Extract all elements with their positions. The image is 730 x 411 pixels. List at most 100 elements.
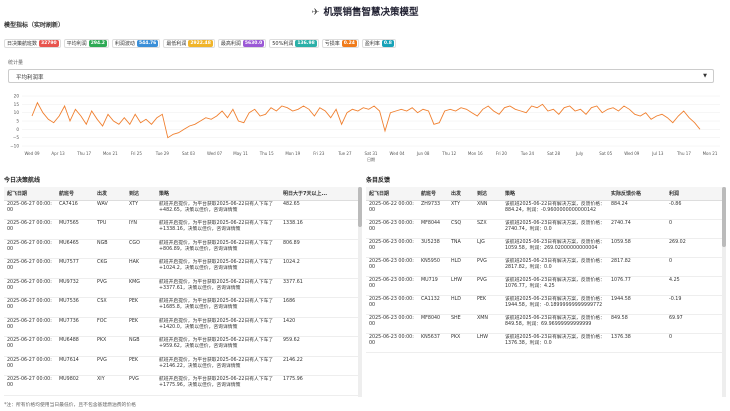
today-table-scrollbar[interactable] <box>358 187 362 397</box>
table-cell: KMG <box>126 278 156 298</box>
column-header[interactable]: 策略 <box>156 187 280 201</box>
table-row[interactable]: 2025-06-27 00:00:00 MU7565 TPU IYN 航班开启提价，为平… <box>4 219 360 240</box>
table-cell: MU9802 <box>56 375 94 396</box>
table-cell: 2025-06-23 00:00:00 <box>366 257 418 277</box>
table-cell: PEK <box>474 295 502 315</box>
x-tick-label: July <box>575 151 584 156</box>
kpi-section-label: 模型指标（实时刷新） <box>4 22 65 29</box>
x-tick-label: Fri 20 <box>496 151 508 156</box>
table-cell: 1059.58 <box>608 238 666 258</box>
table-cell: 该航班2025-06-23日有解决方案，反馈价格：1944.58，利润：-0.1… <box>502 295 608 315</box>
table-cell: 1944.58 <box>608 295 666 315</box>
table-cell: XTY <box>448 200 474 220</box>
table-row[interactable]: 2025-06-23 00:00:00 KN5950 HLD PVG 该航班2025-0… <box>366 257 722 277</box>
table-cell: 航班开启提价，为平台获取2025-06-22日有人下车了+482.65，决策以佳… <box>156 200 280 220</box>
table-row[interactable]: 2025-06-27 00:00:00 MU9732 PVG KMG 航班开启提价，为平… <box>4 278 360 298</box>
table-row[interactable]: 2025-06-27 00:00:00 MU7577 CKG HAK 航班开启提价，为平… <box>4 258 360 279</box>
chevron-down-icon: ▼ <box>703 73 707 79</box>
table-cell: PVG <box>94 356 126 376</box>
today-table: 起飞日期 航班号 出发 到达 策略 明日大于7天以上... 2025-06-27 00:00… <box>4 187 360 396</box>
table-cell: 0 <box>666 257 722 277</box>
x-tick-label: Sat 03 <box>182 151 195 156</box>
table-cell: 2025-06-27 00:00:00 <box>4 356 56 376</box>
table-cell: IYN <box>126 219 156 240</box>
x-tick-label: Tue 29 <box>155 151 170 156</box>
column-header[interactable]: 明日大于7天以上... <box>280 187 360 201</box>
table-row[interactable]: 2025-06-23 00:00:00 MU719 LHW PVG 该航班2025-06… <box>366 276 722 296</box>
table-cell: 2817.82 <box>608 257 666 277</box>
column-header[interactable]: 到达 <box>126 187 156 201</box>
series-line <box>31 101 701 139</box>
table-cell: 2025-06-22 00:00:00 <box>366 200 418 220</box>
table-cell: PKX <box>448 333 474 353</box>
column-header[interactable]: 出发 <box>94 187 126 201</box>
table-row[interactable]: 2025-06-22 00:00:00 ZH9733 XTY XNN 该航班2025-0… <box>366 200 722 220</box>
table-row[interactable]: 2025-06-23 00:00:00 MF8044 CSQ SZX 该航班2025-0… <box>366 219 722 239</box>
x-tick-label: Wed 04 <box>390 151 406 156</box>
table-cell: 该航班2025-06-23日有解决方案，反馈价格：849.58，利润：69.96… <box>502 314 608 334</box>
x-tick-label: Wed 09 <box>624 151 640 156</box>
kpi-label: 亏损率 <box>324 40 340 47</box>
column-header[interactable]: 起飞日期 <box>366 187 418 201</box>
table-row[interactable]: 2025-06-27 00:00:00 MU6465 NGB CGO 航班开启提价，为平… <box>4 239 360 259</box>
kpi-1: 平均利润 294.2 <box>63 38 109 48</box>
table-cell: 航班开启提价，为平台获取2025-06-22日有人下车了+1775.96，决策以… <box>156 375 280 396</box>
table-row[interactable]: 2025-06-23 00:00:00 KN5637 PKX LHW 该航班2025-0… <box>366 333 722 353</box>
table-cell: 849.58 <box>608 314 666 334</box>
x-tick-label: Jun 08 <box>416 151 430 156</box>
stat-select[interactable]: 平均利润率 ▼ <box>8 69 714 83</box>
table-cell: LHW <box>448 276 474 296</box>
table-cell: 航班开启提价，为平台获取2025-06-22日有人下车了+959.62，决策以佳… <box>156 336 280 357</box>
table-row[interactable]: 2025-06-27 00:00:00 MU7736 FOC PEK 航班开启提价，为平… <box>4 317 360 337</box>
table-row[interactable]: 2025-06-27 00:00:00 MU6488 PKX NGB 航班开启提价，为平… <box>4 336 360 357</box>
table-cell: PKX <box>94 336 126 357</box>
table-cell: 航班开启提价，为平台获取2025-06-22日有人下车了+1420.0，决策以佳… <box>156 317 280 337</box>
x-tick-label: Tue 27 <box>337 151 352 156</box>
column-header[interactable]: 航班号 <box>418 187 448 201</box>
table-row[interactable]: 2025-06-23 00:00:00 CA1132 HLD PEK 该航班2025-0… <box>366 295 722 315</box>
table-cell: MF8040 <box>418 314 448 334</box>
table-cell: 该航班2025-06-23日有解决方案，反馈价格：1076.77，利润：4.25 <box>502 276 608 296</box>
x-tick-label: Mon 19 <box>285 151 300 156</box>
kpi-2: 利润波动 544.76 <box>111 38 161 48</box>
table-cell: 2025-06-27 00:00:00 <box>4 219 56 240</box>
table-row[interactable]: 2025-06-27 00:00:00 MU7614 PVG PEK 航班开启提价，为平… <box>4 356 360 376</box>
table-cell: SZX <box>474 219 502 239</box>
kpi-label: 50%利润 <box>272 40 294 47</box>
table-cell: NGB <box>94 239 126 259</box>
kpi-0: 日决策航班数 32790 <box>4 38 61 48</box>
column-header[interactable]: 航班号 <box>56 187 94 201</box>
column-header[interactable]: 出发 <box>448 187 474 201</box>
column-header[interactable]: 到达 <box>474 187 502 201</box>
table-cell: 269.02 <box>666 238 722 258</box>
table-cell: MU719 <box>418 276 448 296</box>
table-cell: -0.86 <box>666 200 722 220</box>
y-tick-label: 20 <box>14 94 20 99</box>
table-cell: 2740.74 <box>608 219 666 239</box>
table-cell: 2025-06-27 00:00:00 <box>4 297 56 318</box>
x-tick-label: Tue 24 <box>520 151 535 156</box>
x-tick-label: Mon 21 <box>103 151 118 156</box>
table-row[interactable]: 2025-06-27 00:00:00 CA7416 WAV XTY 航班开启提价，为平… <box>4 200 360 220</box>
table-cell: 1076.77 <box>608 276 666 296</box>
table-row[interactable]: 2025-06-23 00:00:00 MF8040 SHE XMN 该航班2025-0… <box>366 314 722 334</box>
table-row[interactable]: 2025-06-27 00:00:00 MU7536 CSX PEK 航班开启提价，为平… <box>4 297 360 318</box>
table-cell: 4.25 <box>666 276 722 296</box>
history-table: 起飞日期 航班号 出发 到达 策略 实际反馈价格 利润 2025-06-22 00:00:00… <box>366 187 722 353</box>
table-cell: 3U5238 <box>418 238 448 258</box>
column-header[interactable]: 利润 <box>666 187 722 201</box>
table-row[interactable]: 2025-06-27 00:00:00 MU9802 XIY PVG 航班开启提价，为平… <box>4 375 360 396</box>
table-cell: 该航班2025-06-23日有解决方案，反馈价格：1376.38，利润：0.0 <box>502 333 608 353</box>
y-tick-label: −10 <box>10 144 19 149</box>
x-tick-label: Mon 21 <box>703 151 718 156</box>
kpi-label: 平均利润 <box>66 40 87 47</box>
y-tick-label: −5 <box>13 135 20 140</box>
column-header[interactable]: 策略 <box>502 187 608 201</box>
history-table-scrollbar[interactable] <box>722 187 726 397</box>
table-cell: 2025-06-23 00:00:00 <box>366 295 418 315</box>
table-row[interactable]: 2025-06-23 00:00:00 3U5238 TNA LJG 该航班2025-0… <box>366 238 722 258</box>
table-cell: 884.24 <box>608 200 666 220</box>
column-header[interactable]: 实际反馈价格 <box>608 187 666 201</box>
column-header[interactable]: 起飞日期 <box>4 187 56 201</box>
table-cell: MU7577 <box>56 258 94 279</box>
